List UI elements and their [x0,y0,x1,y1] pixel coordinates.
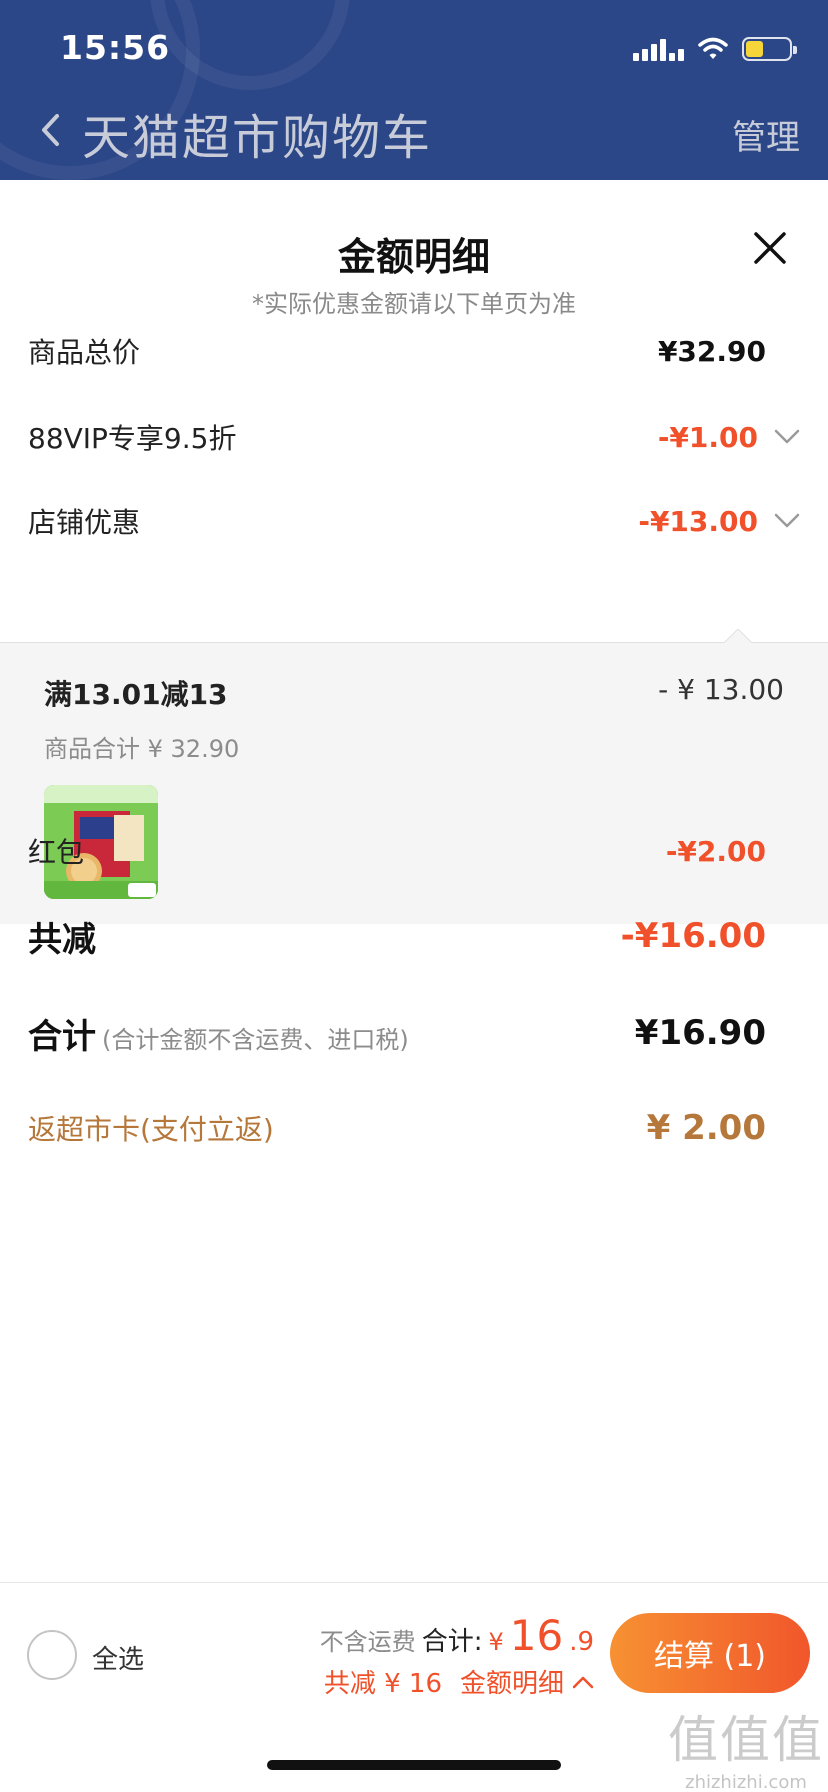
coupon-title: 满13.01减13 [44,678,228,711]
battery-icon [742,37,797,61]
total-goods-label: 商品总价 [28,336,141,369]
vip-discount-label: 88VIP专享9.5折 [28,422,237,455]
amount-detail-link[interactable]: 金额明细 [460,1663,564,1700]
footer-total-int: 16 [509,1611,564,1660]
footer-total-dec: .9 [569,1627,594,1657]
home-indicator [267,1760,561,1770]
watermark-url: zhizhizhi.com [685,1772,807,1792]
checkout-button[interactable]: 结算 (1) [610,1613,810,1693]
cashback-label: 返超市卡(支付立返) [28,1113,274,1146]
select-all-checkbox[interactable] [27,1630,77,1680]
footer-total-label: 合计: [421,1627,483,1657]
signal-icon [633,37,684,61]
red-packet-label: 红包 [28,836,85,869]
row-red-packet: 红包 -¥2.00 [28,830,800,872]
shop-coupon-panel: 满13.01减13 - ¥ 13.00 商品合计 ¥ 32.90 [0,629,828,924]
sheet-subtitle: *实际优惠金额请以下单页为准 [252,290,576,318]
shop-discount-value: -¥13.00 [638,504,758,538]
total-reduce-value: -¥16.00 [620,916,766,956]
coupon-amount: - ¥ 13.00 [658,673,784,706]
cashback-value: ¥ 2.00 [646,1108,766,1148]
row-vip-discount[interactable]: 88VIP专享9.5折 -¥1.00 [28,416,800,458]
back-button[interactable] [30,108,70,152]
row-sum: 合计 (合计金额不含运费、进口税) ¥16.90 [28,1008,800,1058]
amount-detail-sheet: 金额明细 *实际优惠金额请以下单页为准 商品总价 ¥32.90 88VIP专享9… [0,180,828,1792]
wifi-icon [698,37,728,59]
sum-note: (合计金额不含运费、进口税) [102,1025,409,1054]
red-packet-value: -¥2.00 [665,834,766,868]
select-all-label[interactable]: 全选 [92,1639,144,1676]
vip-discount-value: -¥1.00 [657,420,758,454]
manage-button[interactable]: 管理 [732,110,800,159]
close-icon [754,232,786,264]
coupon-subtotal: 商品合计 ¥ 32.90 [44,735,240,763]
status-icons [633,34,797,64]
sum-value: ¥16.90 [634,1013,766,1053]
row-total-goods: 商品总价 ¥32.90 [28,330,800,372]
watermark: 值值值 zhizhizhi.com [668,1700,824,1792]
footer-yen: ¥ [488,1628,504,1656]
footer-reduce: 共减 ¥ 16 [323,1669,442,1699]
row-shop-discount[interactable]: 店铺优惠 -¥13.00 [28,500,800,542]
total-reduce-label: 共减 [28,919,96,960]
back-chevron-icon [42,114,59,146]
app-header: 15:56 天猫超市购物车 管理 [0,0,828,180]
row-cashback: 返超市卡(支付立返) ¥ 2.00 [28,1104,800,1152]
panel-caret [724,629,752,643]
close-button[interactable] [748,226,792,270]
sum-label: 合计 [28,1016,96,1057]
status-time: 15:56 [60,28,171,67]
row-total-reduce: 共减 -¥16.00 [28,912,800,960]
total-goods-value: ¥32.90 [657,334,766,368]
footer-total: 不含运费 合计: ¥ 16.9 [320,1611,594,1660]
nav-title: 天猫超市购物车 [82,110,433,166]
chevron-down-icon [774,429,800,444]
watermark-logo: 值值值 [668,1711,824,1769]
no-shipping-note: 不含运费 [319,1628,416,1656]
sheet-title: 金额明细 [337,235,490,279]
shop-discount-label: 店铺优惠 [28,506,141,539]
chevron-down-icon [774,513,800,528]
footer-detail[interactable]: 共减 ¥ 16 金额明细 [324,1663,594,1700]
chevron-up-icon [572,1676,594,1688]
